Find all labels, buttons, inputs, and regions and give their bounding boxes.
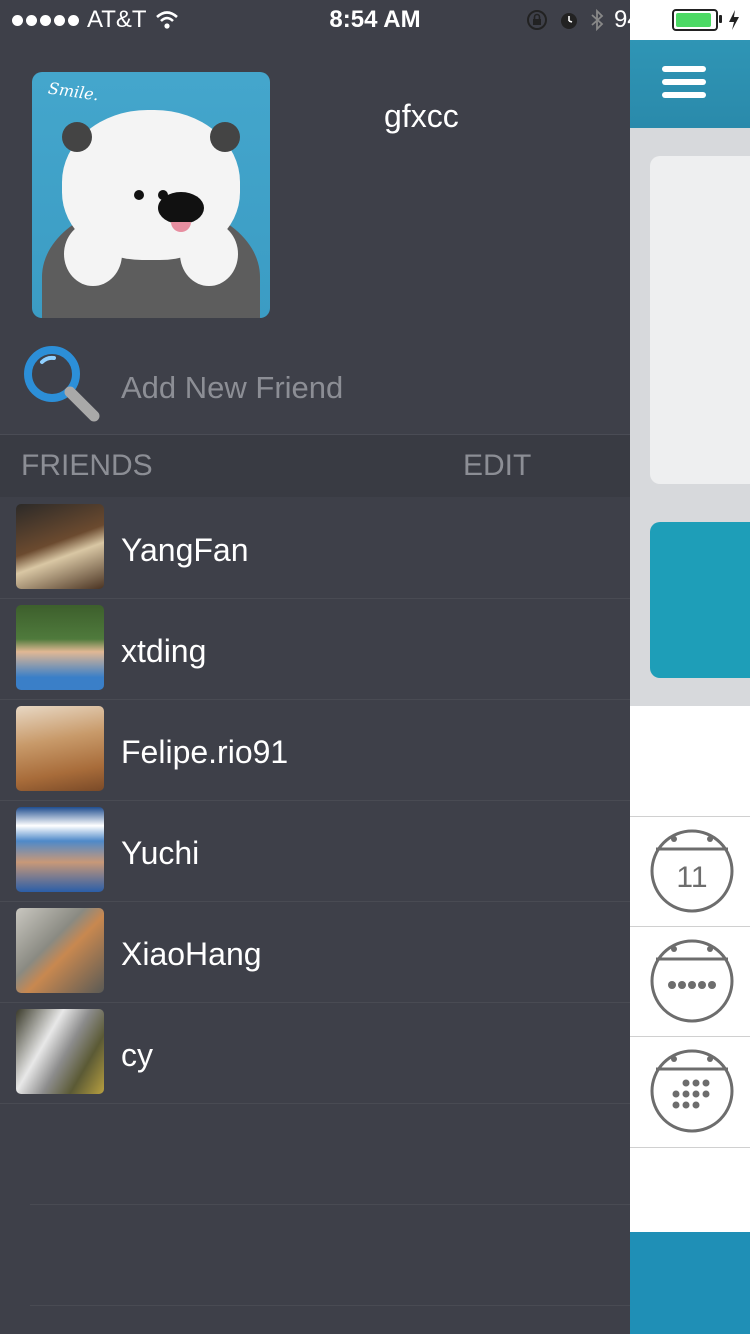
profile-avatar[interactable]: Smile. [32,72,270,318]
friends-title: FRIENDS [21,449,153,482]
friend-avatar [16,605,104,690]
calendar-day-number: 11 [676,861,707,894]
calendar-month-icon [650,1049,734,1133]
friend-row[interactable]: cy [0,1003,630,1104]
friend-row[interactable]: YangFan [0,498,630,599]
bottom-action-bar[interactable] [630,1232,750,1334]
hamburger-menu-icon[interactable] [662,66,706,100]
alarm-icon [560,13,577,29]
calendar-row[interactable] [630,1036,750,1148]
calendar-row[interactable]: 11 [630,816,750,927]
friend-avatar [16,908,104,993]
search-icon [24,346,100,422]
empty-row [30,1205,630,1306]
friend-name: Yuchi [121,835,200,871]
main-content-peek[interactable]: 11 [630,0,750,1334]
charging-icon [729,10,739,30]
friend-name: Felipe.rio91 [121,734,289,770]
friend-row[interactable]: Yuchi [0,801,630,902]
friend-avatar [16,807,104,892]
action-card[interactable] [650,522,750,678]
empty-row [30,1104,630,1205]
bluetooth-icon [591,8,604,32]
side-drawer: Smile. gfxcc Add New Friend FRIENDS EDIT… [0,0,630,1334]
content-top-area [630,128,750,706]
battery-percent: 94% [613,6,662,33]
friend-avatar [16,504,104,589]
rotation-lock-icon [526,10,547,30]
friend-row[interactable]: Felipe.rio91 [0,700,630,801]
friend-name: XiaoHang [121,936,262,972]
friend-name: YangFan [121,532,249,568]
search-input[interactable]: Add New Friend [121,370,343,406]
avatar-caption: Smile. [46,78,100,105]
battery-icon [672,9,722,31]
friend-list: YangFan xtding Felipe.rio91 Yuchi XiaoHa… [0,498,630,1306]
add-friend-search[interactable]: Add New Friend [0,340,630,435]
friend-row[interactable]: xtding [0,599,630,700]
calendar-week-icon [650,939,734,1023]
calendar-day-icon: 11 [650,829,734,913]
status-bar: AT&T 8:54 AM 94% [0,0,750,40]
friend-row[interactable]: XiaoHang [0,902,630,1003]
calendar-row[interactable] [630,926,750,1037]
battery-level [676,13,712,27]
content-card [650,156,750,484]
friend-name: xtding [121,633,207,669]
nav-bar [630,40,750,128]
friend-name: cy [121,1037,153,1073]
friend-avatar [16,1009,104,1094]
friends-section-header: FRIENDS EDIT [0,435,630,497]
edit-button[interactable]: EDIT [463,449,531,483]
friend-avatar [16,706,104,791]
profile-username: gfxcc [384,98,459,134]
